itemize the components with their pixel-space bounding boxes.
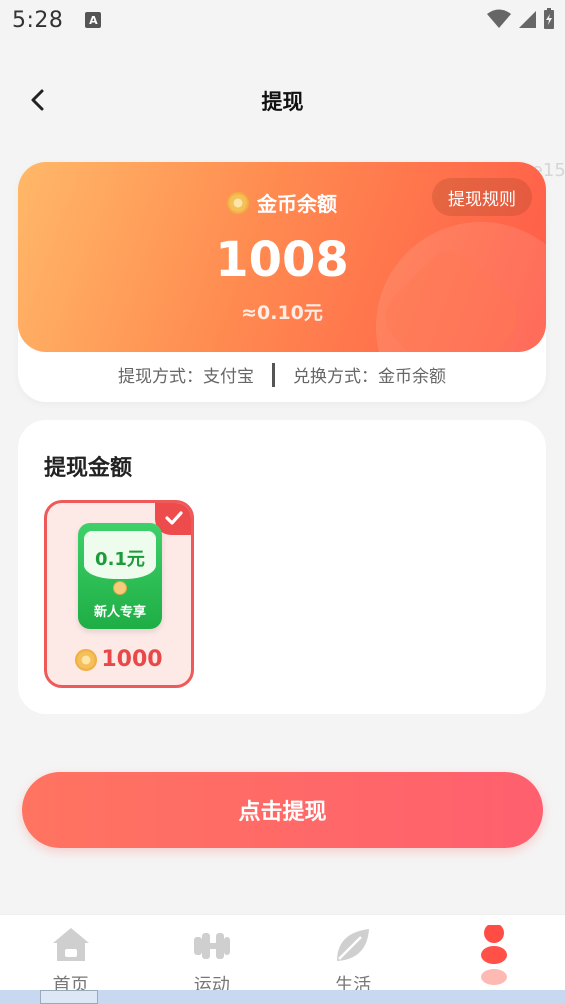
status-bar: 5:28 A: [0, 0, 565, 40]
coin-icon: [75, 648, 98, 671]
withdraw-submit-button[interactable]: 点击提现: [22, 772, 543, 848]
system-taskbar: [0, 990, 565, 1004]
home-icon: [52, 928, 89, 961]
page-title: 提现: [261, 90, 304, 114]
header: 提现: [0, 72, 565, 128]
coin-icon: [227, 191, 249, 214]
signal-icon: [519, 11, 536, 28]
coin-balance-amount: 1008: [215, 232, 349, 288]
option-tag: 新人专享: [93, 605, 146, 620]
option-cost: 1000: [101, 647, 163, 672]
amount-option-card[interactable]: 0.1元 新人专享 1000: [44, 500, 194, 688]
withdraw-method: 提现方式：支付宝: [118, 367, 254, 387]
battery-icon: [544, 8, 554, 29]
taskbar-item[interactable]: [40, 990, 98, 1004]
tab-sport[interactable]: 运动: [141, 915, 282, 996]
leaf-icon: [337, 929, 370, 961]
withdraw-rules-button[interactable]: 提现规则: [432, 178, 532, 216]
red-envelope-icon: 0.1元 新人专享: [78, 523, 162, 629]
envelope-seal: [113, 581, 127, 595]
tab-profile[interactable]: [424, 915, 565, 990]
tab-life[interactable]: 生活: [283, 915, 424, 996]
dumbbell-icon: [193, 933, 230, 959]
option-cost-row: 1000: [47, 647, 191, 672]
status-indicators: [487, 8, 555, 30]
balance-card: 金币余额 提现规则 1008 ≈0.10元: [18, 162, 546, 352]
withdraw-amount-section: 提现金额 0.1元 新人专享 1000: [18, 420, 546, 714]
method-row: 提现方式：支付宝 兑换方式：金币余额: [18, 362, 546, 387]
section-title: 提现金额: [44, 456, 133, 481]
exchange-method: 兑换方式：金币余额: [293, 367, 446, 387]
envelope-inner: 0.1元: [84, 531, 156, 579]
status-time: 5:28: [12, 7, 64, 33]
profile-icon: [481, 925, 508, 985]
rmb-equivalent: ≈0.10元: [241, 302, 323, 324]
wifi-icon: [487, 9, 511, 28]
method-divider: [272, 362, 275, 387]
tab-bar: 首页 运动 生活: [0, 914, 565, 996]
balance-panel: 金币余额 提现规则 1008 ≈0.10元 提现方式：支付宝 兑换方式：金币余额: [18, 162, 546, 402]
tab-home[interactable]: 首页: [0, 915, 141, 996]
balance-label: 金币余额: [257, 192, 337, 216]
option-amount: 0.1元: [95, 549, 145, 570]
notification-icon: A: [85, 12, 102, 28]
